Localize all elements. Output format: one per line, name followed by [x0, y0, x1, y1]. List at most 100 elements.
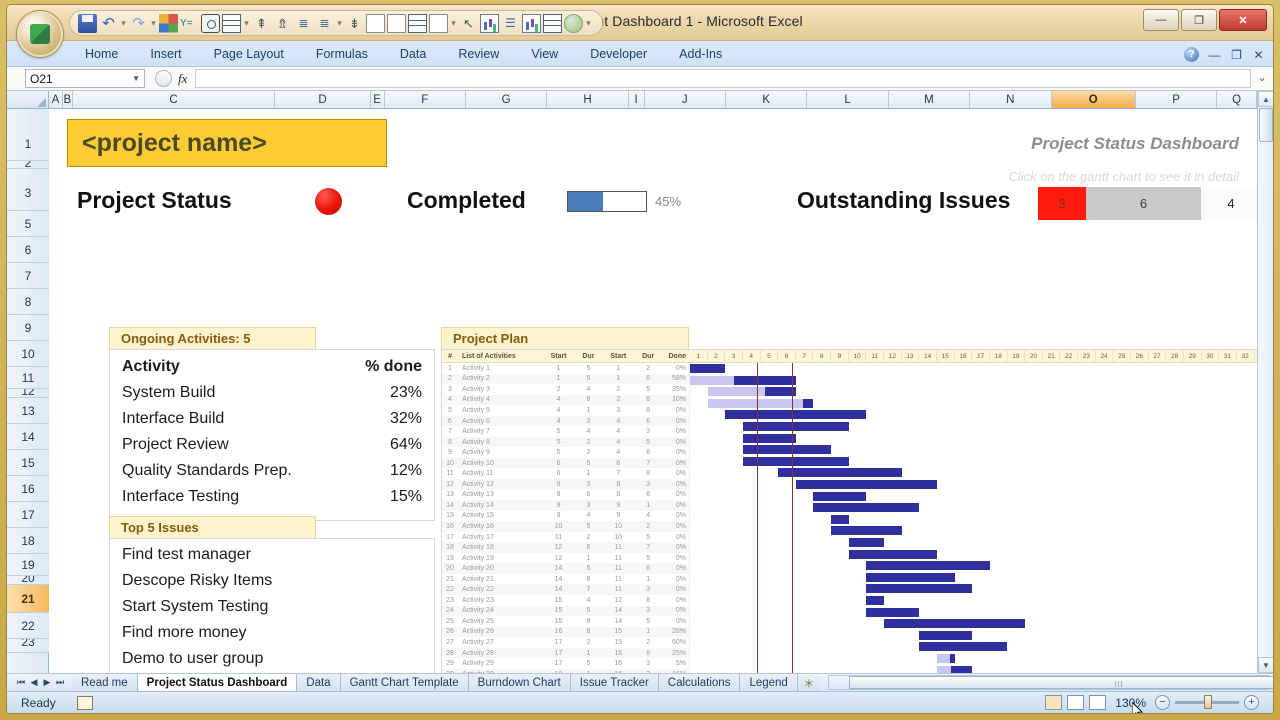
vertical-scrollbar[interactable]: ▲ ▼: [1257, 91, 1273, 673]
row-header-14[interactable]: 14: [7, 424, 49, 450]
row-header-22[interactable]: 22: [7, 613, 49, 639]
paste-special-icon[interactable]: [429, 13, 448, 33]
ribbon-close-icon[interactable]: ✕: [1252, 48, 1265, 62]
formula-bar-expand-icon[interactable]: ⌄: [1255, 71, 1269, 84]
column-header-F[interactable]: F: [384, 91, 466, 108]
indent2-icon[interactable]: ≣: [315, 14, 334, 33]
tab-review[interactable]: Review: [442, 42, 515, 66]
align-icon[interactable]: ⇯: [273, 14, 292, 33]
row-header-23[interactable]: 23: [7, 639, 49, 653]
sheet-tab-burndown-chart[interactable]: Burndown Chart: [468, 673, 571, 692]
chart-icon[interactable]: [480, 13, 499, 33]
horizontal-scroll-thumb[interactable]: [848, 676, 1273, 689]
column-header-E[interactable]: E: [370, 91, 385, 108]
column-header-D[interactable]: D: [275, 91, 371, 108]
tab-page-layout[interactable]: Page Layout: [198, 42, 300, 66]
column-header-H[interactable]: H: [547, 91, 629, 108]
redo-icon[interactable]: ↷: [129, 14, 148, 33]
zoom-slider[interactable]: [1175, 695, 1239, 709]
camera-icon[interactable]: [201, 13, 220, 33]
row-header-20[interactable]: 20: [7, 576, 49, 585]
column-header-A[interactable]: A: [49, 91, 63, 108]
first-sheet-icon[interactable]: ⏮: [15, 677, 27, 688]
close-button[interactable]: ✕: [1219, 9, 1267, 31]
tab-add-ins[interactable]: Add-Ins: [663, 42, 738, 66]
top-issues-tab[interactable]: Top 5 Issues: [109, 516, 316, 538]
undo-dropdown-icon[interactable]: ▾: [120, 14, 127, 33]
minimize-button[interactable]: —: [1143, 9, 1179, 31]
row-header-18[interactable]: 18: [7, 528, 49, 554]
undo-icon[interactable]: ↶: [99, 14, 118, 33]
row-header-1[interactable]: 1: [7, 109, 49, 161]
row-header-11[interactable]: 11: [7, 367, 49, 389]
sheet-tab-legend[interactable]: Legend: [740, 673, 798, 692]
tab-data[interactable]: Data: [384, 42, 442, 66]
color-palette-icon[interactable]: [159, 13, 178, 33]
next-sheet-icon[interactable]: ▶: [41, 677, 53, 688]
column-header-M[interactable]: M: [888, 91, 971, 108]
ribbon-minimize-icon[interactable]: —: [1208, 48, 1221, 62]
row-header-2[interactable]: 2: [7, 161, 49, 169]
horizontal-scrollbar[interactable]: [827, 675, 1273, 690]
row-header-12[interactable]: 12: [7, 389, 49, 398]
tab-home[interactable]: Home: [69, 42, 134, 66]
copy-icon[interactable]: [366, 13, 385, 33]
ongoing-activities-tab[interactable]: Ongoing Activities: 5: [109, 327, 316, 349]
select-all-corner[interactable]: [7, 91, 49, 108]
scroll-up-icon[interactable]: ▲: [1258, 91, 1273, 107]
vertical-scroll-thumb[interactable]: [1259, 108, 1273, 142]
sheet-tab-data[interactable]: Data: [297, 673, 341, 692]
list-icon[interactable]: ☰: [501, 14, 520, 33]
row-header-17[interactable]: 17: [7, 502, 49, 528]
column-header-Q[interactable]: Q: [1217, 91, 1257, 108]
project-plan-body[interactable]: # List of Activities Start Dur Start Dur…: [441, 349, 1257, 673]
column-header-I[interactable]: I: [628, 91, 645, 108]
prev-sheet-icon[interactable]: ◀: [28, 677, 40, 688]
indent2-dropdown-icon[interactable]: ▾: [336, 14, 343, 33]
column-header-C[interactable]: C: [72, 91, 276, 108]
zoom-out-button[interactable]: −: [1155, 695, 1170, 710]
row-header-19[interactable]: 19: [7, 554, 49, 576]
formula-input[interactable]: [195, 69, 1251, 88]
column-header-K[interactable]: K: [725, 91, 808, 108]
table-icon[interactable]: [222, 13, 241, 33]
merge-icon[interactable]: ⇞: [252, 14, 271, 33]
qat-dropdown-icon[interactable]: ▾: [585, 14, 592, 33]
sheet-tab-project-status-dashboard[interactable]: Project Status Dashboard: [137, 673, 298, 692]
tab-formulas[interactable]: Formulas: [300, 42, 384, 66]
zoom-level-label[interactable]: 130%: [1111, 696, 1150, 710]
pointer-icon[interactable]: ↖: [459, 14, 478, 33]
row-header-9[interactable]: 9: [7, 315, 49, 341]
paste-dropdown-icon[interactable]: ▾: [450, 14, 457, 33]
insert-function-button[interactable]: [155, 70, 172, 87]
page-layout-view-icon[interactable]: [1067, 695, 1085, 710]
project-plan-tab[interactable]: Project Plan: [441, 327, 689, 349]
chevron-down-icon[interactable]: ▼: [132, 74, 140, 83]
record-macro-icon[interactable]: [77, 695, 93, 710]
row-header-13[interactable]: 13: [7, 398, 49, 424]
office-button[interactable]: [17, 11, 63, 57]
column-header-P[interactable]: P: [1135, 91, 1218, 108]
gantt-chart[interactable]: 1 2 3 4 5 6 7 8 9 10 11 12 13 14 15 16 17 18 19 20 21 22 23 24 2…: [690, 350, 1257, 673]
indent-icon[interactable]: ≣: [294, 14, 313, 33]
row-header-15[interactable]: 15: [7, 450, 49, 476]
column-header-G[interactable]: G: [465, 91, 548, 108]
sparkline-icon[interactable]: [522, 13, 541, 33]
tab-developer[interactable]: Developer: [574, 42, 663, 66]
new-doc-icon[interactable]: ⇟: [345, 14, 364, 33]
tab-view[interactable]: View: [515, 42, 574, 66]
normal-view-icon[interactable]: [1045, 695, 1063, 710]
zoom-slider-handle[interactable]: [1204, 695, 1212, 709]
sheet-tab-gantt-chart-template[interactable]: Gantt Chart Template: [340, 673, 469, 692]
frame-icon[interactable]: [543, 13, 562, 33]
column-header-J[interactable]: J: [644, 91, 726, 108]
row-header-21[interactable]: 21: [7, 585, 49, 613]
paste-icon[interactable]: [387, 13, 406, 33]
row-header-7[interactable]: 7: [7, 263, 49, 289]
new-sheet-icon[interactable]: ＊: [797, 674, 820, 691]
save-icon[interactable]: [78, 13, 97, 33]
row-header-16[interactable]: 16: [7, 476, 49, 502]
green-circle-icon[interactable]: [564, 13, 583, 33]
ribbon-restore-icon[interactable]: ❐: [1230, 48, 1243, 62]
table-dropdown-icon[interactable]: ▾: [243, 14, 250, 33]
